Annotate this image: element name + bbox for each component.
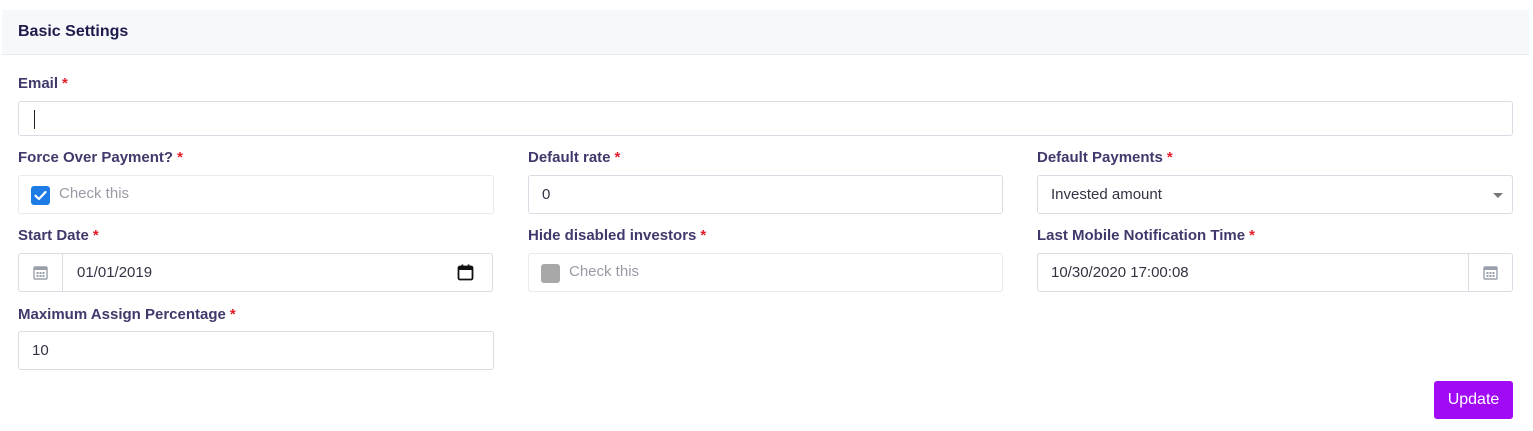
- force-over-payment-checkbox-text: Check this: [59, 185, 130, 202]
- required-mark: *: [92, 227, 99, 244]
- default-rate-input[interactable]: 0: [528, 175, 1003, 214]
- start-date-calendar-addon[interactable]: [18, 253, 63, 292]
- date-picker-icon[interactable]: [457, 264, 474, 281]
- required-mark: *: [1249, 227, 1255, 244]
- page-title: Basic Settings: [18, 23, 129, 40]
- hide-disabled-investors-checkbox-text: Check this: [569, 263, 640, 280]
- default-payments-select[interactable]: Invested amount: [1037, 175, 1513, 214]
- required-mark: *: [177, 149, 183, 166]
- force-over-payment-label: Force Over Payment? *: [18, 149, 183, 166]
- email-field[interactable]: [18, 101, 1513, 136]
- required-mark: *: [700, 227, 707, 244]
- basic-settings-card: Basic Settings Email * Force Over Payment…: [2, 10, 1529, 431]
- calendar-icon: [33, 266, 48, 280]
- calendar-icon: [1483, 266, 1498, 280]
- card-header: Basic Settings: [2, 10, 1529, 55]
- email-label: Email *: [18, 75, 68, 92]
- text-cursor: [34, 110, 35, 129]
- hide-disabled-investors-checkbox[interactable]: [541, 264, 560, 283]
- required-mark: *: [614, 149, 621, 166]
- last-mobile-notification-time-input[interactable]: 10/30/2020 17:00:08: [1037, 253, 1469, 292]
- required-mark: *: [229, 306, 236, 323]
- hide-disabled-investors-checkbox-group: Check this: [528, 253, 1003, 292]
- update-button[interactable]: Update: [1434, 381, 1513, 419]
- force-over-payment-checkbox-group: Check this: [18, 175, 494, 214]
- required-mark: *: [1166, 149, 1173, 166]
- maximum-assign-percentage-label: Maximum Assign Percentage *: [18, 306, 236, 323]
- check-icon: [34, 190, 47, 201]
- force-over-payment-checkbox[interactable]: [31, 186, 50, 205]
- hide-disabled-investors-label: Hide disabled investors *: [528, 227, 707, 244]
- chevron-down-icon: [1493, 193, 1503, 198]
- required-mark: *: [62, 75, 68, 92]
- last-mobile-notification-time-label: Last Mobile Notification Time *: [1037, 227, 1255, 244]
- start-date-label: Start Date *: [18, 227, 99, 244]
- default-payments-label: Default Payments *: [1037, 149, 1173, 166]
- default-rate-label: Default rate *: [528, 149, 621, 166]
- start-date-input[interactable]: 01/01/2019: [62, 253, 493, 292]
- last-notification-calendar-addon[interactable]: [1468, 253, 1513, 292]
- maximum-assign-percentage-input[interactable]: 10: [18, 331, 494, 370]
